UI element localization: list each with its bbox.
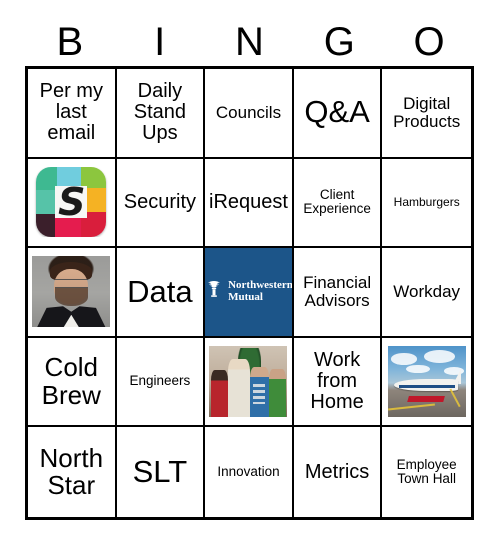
bingo-cell-b2[interactable]: S <box>28 158 117 249</box>
bingo-cell-n2[interactable]: iRequest <box>205 158 294 249</box>
bingo-cell-o1[interactable]: Digital Products <box>382 69 471 159</box>
bingo-cell-label: Data <box>127 273 193 309</box>
bingo-cell-label: Employee Town Hall <box>396 456 457 487</box>
bingo-cell-label: Digital Products <box>393 93 461 131</box>
bingo-cell-label: SLT <box>132 453 188 489</box>
bingo-cell-o3[interactable]: Workday <box>382 248 471 338</box>
headshot-photo <box>32 256 111 328</box>
bingo-cell-label: North Star <box>39 442 104 501</box>
bingo-cell-g1[interactable]: Q&A <box>293 69 383 159</box>
bingo-cell-g2[interactable]: Client Experience <box>293 158 383 249</box>
private-jet-photo <box>387 346 466 418</box>
bingo-cell-o5[interactable]: Employee Town Hall <box>382 427 471 517</box>
bingo-cell-n5[interactable]: Innovation <box>205 427 294 517</box>
bingo-cell-label: Financial Advisors <box>303 272 372 310</box>
christmas-sweaters-photo <box>209 346 288 418</box>
nwm-wordmark-line2: Mutual <box>228 290 263 303</box>
bingo-cell-b5[interactable]: North Star <box>28 427 117 517</box>
bingo-cell-i3[interactable]: Data <box>116 248 206 338</box>
bingo-cell-g5[interactable]: Metrics <box>293 427 383 517</box>
bingo-cell-label: Client Experience <box>303 187 371 217</box>
bingo-header-letter-i: I <box>154 20 166 64</box>
bingo-header-letter-b: B <box>56 20 84 64</box>
bingo-cell-g4[interactable]: Work from Home <box>293 337 383 428</box>
bingo-header-letter-o: O <box>413 20 445 64</box>
bingo-header-row: BINGO <box>25 18 474 66</box>
bingo-cell-i1[interactable]: Daily Stand Ups <box>116 69 206 159</box>
bingo-cell-label: Q&A <box>304 94 370 130</box>
bingo-cell-b1[interactable]: Per my last email <box>28 69 117 159</box>
bingo-cell-n1[interactable]: Councils <box>205 69 294 159</box>
slack-s-glyph: S <box>58 180 85 225</box>
bingo-cell-label: iRequest <box>209 190 288 213</box>
bingo-grid: Per my last email Daily Stand Ups Councils… <box>25 66 474 520</box>
bingo-cell-i2[interactable]: Security <box>116 158 206 249</box>
bingo-cell-label: Security <box>123 190 197 213</box>
bingo-cell-label: Daily Stand Ups <box>133 80 187 145</box>
bingo-cell-n3[interactable]: Northwestern Mutual <box>205 248 294 338</box>
bingo-cell-o2[interactable]: Hamburgers <box>382 158 471 249</box>
bingo-cell-label: Hamburgers <box>393 195 460 210</box>
bingo-cell-b3[interactable] <box>28 248 117 338</box>
bingo-cell-i4[interactable]: Engineers <box>116 337 206 428</box>
northwestern-mutual-wordmark: Northwestern Mutual <box>228 280 292 303</box>
bingo-cell-label: Workday <box>393 281 461 301</box>
bingo-cell-g3[interactable]: Financial Advisors <box>293 248 383 338</box>
bingo-cell-label: Work from Home <box>310 348 364 414</box>
bingo-cell-label: Engineers <box>129 373 191 389</box>
bingo-cell-b4[interactable]: Cold Brew <box>28 337 117 428</box>
northwestern-mutual-crest-icon <box>205 279 224 304</box>
bingo-cell-i5[interactable]: SLT <box>116 427 206 517</box>
bingo-cell-o4[interactable] <box>382 337 471 428</box>
bingo-cell-label: Councils <box>215 102 282 122</box>
bingo-header-letter-n: N <box>235 20 264 64</box>
bingo-header-letter-g: G <box>323 20 355 64</box>
bingo-cell-label: Cold Brew <box>41 352 101 410</box>
bingo-cell-label: Per my last email <box>39 80 103 145</box>
bingo-cell-label: Metrics <box>304 460 370 483</box>
slack-logo-icon: S <box>33 167 109 238</box>
bingo-card: B I N G O Per my last email Daily Stand Ups Co… <box>0 0 501 544</box>
bingo-cell-label: Innovation <box>217 464 280 480</box>
bingo-cell-n4[interactable] <box>205 337 294 428</box>
northwestern-mutual-logo-icon: Northwestern Mutual <box>205 248 292 336</box>
